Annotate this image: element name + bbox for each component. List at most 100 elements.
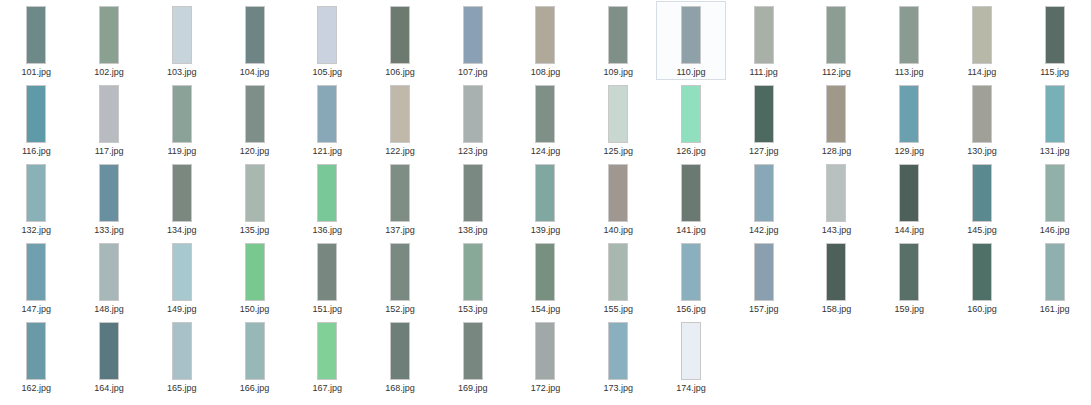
file-item[interactable]: 134.jpg bbox=[146, 159, 217, 238]
file-item[interactable]: 123.jpg bbox=[437, 80, 508, 159]
file-name: 107.jpg bbox=[458, 67, 488, 78]
file-item[interactable]: 140.jpg bbox=[583, 159, 654, 238]
file-item[interactable]: 174.jpg bbox=[656, 317, 727, 396]
file-name: 130.jpg bbox=[967, 146, 997, 157]
image-thumbnail bbox=[463, 6, 483, 64]
file-item[interactable]: 146.jpg bbox=[1019, 159, 1090, 238]
file-item[interactable]: 115.jpg bbox=[1019, 1, 1090, 80]
file-item[interactable]: 116.jpg bbox=[1, 80, 72, 159]
file-item[interactable]: 151.jpg bbox=[292, 238, 363, 317]
file-item[interactable]: 119.jpg bbox=[146, 80, 217, 159]
file-item[interactable]: 167.jpg bbox=[292, 317, 363, 396]
file-item[interactable]: 138.jpg bbox=[437, 159, 508, 238]
file-item[interactable]: 156.jpg bbox=[656, 238, 727, 317]
file-item[interactable]: 153.jpg bbox=[437, 238, 508, 317]
file-name: 123.jpg bbox=[458, 146, 488, 157]
file-item[interactable]: 135.jpg bbox=[219, 159, 290, 238]
image-thumbnail bbox=[317, 243, 337, 301]
file-item[interactable]: 120.jpg bbox=[219, 80, 290, 159]
file-item[interactable]: 148.jpg bbox=[74, 238, 145, 317]
file-item[interactable]: 133.jpg bbox=[74, 159, 145, 238]
file-name: 167.jpg bbox=[313, 383, 343, 394]
file-item[interactable]: 117.jpg bbox=[74, 80, 145, 159]
file-item[interactable]: 166.jpg bbox=[219, 317, 290, 396]
file-item[interactable]: 159.jpg bbox=[874, 238, 945, 317]
file-item[interactable]: 165.jpg bbox=[146, 317, 217, 396]
file-item[interactable]: 125.jpg bbox=[583, 80, 654, 159]
file-item[interactable]: 152.jpg bbox=[365, 238, 436, 317]
file-item[interactable]: 137.jpg bbox=[365, 159, 436, 238]
file-item[interactable]: 106.jpg bbox=[365, 1, 436, 80]
file-item[interactable]: 168.jpg bbox=[365, 317, 436, 396]
file-item[interactable]: 145.jpg bbox=[947, 159, 1018, 238]
file-name: 147.jpg bbox=[22, 304, 52, 315]
file-name: 113.jpg bbox=[895, 67, 924, 78]
file-name: 152.jpg bbox=[385, 304, 415, 315]
file-item[interactable]: 105.jpg bbox=[292, 1, 363, 80]
file-item[interactable]: 111.jpg bbox=[728, 1, 799, 80]
file-name: 129.jpg bbox=[894, 146, 924, 157]
image-thumbnail bbox=[99, 164, 119, 222]
image-thumbnail bbox=[972, 6, 992, 64]
file-name: 126.jpg bbox=[676, 146, 706, 157]
file-item[interactable]: 107.jpg bbox=[437, 1, 508, 80]
file-item[interactable]: 149.jpg bbox=[146, 238, 217, 317]
file-item[interactable]: 112.jpg bbox=[801, 1, 872, 80]
file-item[interactable]: 108.jpg bbox=[510, 1, 581, 80]
file-item[interactable]: 131.jpg bbox=[1019, 80, 1090, 159]
file-item[interactable]: 141.jpg bbox=[656, 159, 727, 238]
image-thumbnail bbox=[1045, 243, 1065, 301]
file-item[interactable]: 121.jpg bbox=[292, 80, 363, 159]
file-item[interactable]: 122.jpg bbox=[365, 80, 436, 159]
file-item[interactable]: 103.jpg bbox=[146, 1, 217, 80]
file-item[interactable]: 130.jpg bbox=[947, 80, 1018, 159]
file-name: 122.jpg bbox=[385, 146, 415, 157]
file-name: 162.jpg bbox=[22, 383, 52, 394]
image-thumbnail bbox=[608, 322, 628, 380]
image-thumbnail bbox=[535, 322, 555, 380]
image-thumbnail bbox=[681, 164, 701, 222]
file-item[interactable]: 169.jpg bbox=[437, 317, 508, 396]
file-name: 172.jpg bbox=[531, 383, 561, 394]
file-item[interactable]: 162.jpg bbox=[1, 317, 72, 396]
file-item[interactable]: 144.jpg bbox=[874, 159, 945, 238]
file-item[interactable]: 127.jpg bbox=[728, 80, 799, 159]
file-item[interactable]: 136.jpg bbox=[292, 159, 363, 238]
file-name: 133.jpg bbox=[94, 225, 124, 236]
file-item[interactable]: 142.jpg bbox=[728, 159, 799, 238]
file-item[interactable]: 139.jpg bbox=[510, 159, 581, 238]
file-item[interactable]: 154.jpg bbox=[510, 238, 581, 317]
file-name: 157.jpg bbox=[749, 304, 779, 315]
file-item[interactable]: 110.jpg bbox=[656, 1, 727, 80]
file-item[interactable]: 157.jpg bbox=[728, 238, 799, 317]
file-item[interactable]: 172.jpg bbox=[510, 317, 581, 396]
file-name: 159.jpg bbox=[894, 304, 924, 315]
file-item[interactable]: 173.jpg bbox=[583, 317, 654, 396]
file-item[interactable]: 102.jpg bbox=[74, 1, 145, 80]
file-name: 145.jpg bbox=[967, 225, 997, 236]
file-item[interactable]: 114.jpg bbox=[947, 1, 1018, 80]
image-thumbnail bbox=[1045, 85, 1065, 143]
file-item[interactable]: 104.jpg bbox=[219, 1, 290, 80]
file-item[interactable]: 160.jpg bbox=[947, 238, 1018, 317]
file-item[interactable]: 147.jpg bbox=[1, 238, 72, 317]
file-item[interactable]: 164.jpg bbox=[74, 317, 145, 396]
file-item[interactable]: 109.jpg bbox=[583, 1, 654, 80]
file-item[interactable]: 129.jpg bbox=[874, 80, 945, 159]
file-item[interactable]: 124.jpg bbox=[510, 80, 581, 159]
file-name: 149.jpg bbox=[167, 304, 197, 315]
thumbnail-grid: 101.jpg102.jpg103.jpg104.jpg105.jpg106.j… bbox=[0, 0, 1091, 396]
file-item[interactable]: 132.jpg bbox=[1, 159, 72, 238]
file-item[interactable]: 143.jpg bbox=[801, 159, 872, 238]
file-item[interactable]: 161.jpg bbox=[1019, 238, 1090, 317]
file-item[interactable]: 128.jpg bbox=[801, 80, 872, 159]
image-thumbnail bbox=[826, 6, 846, 64]
file-item[interactable]: 126.jpg bbox=[656, 80, 727, 159]
file-name: 132.jpg bbox=[22, 225, 52, 236]
file-name: 164.jpg bbox=[94, 383, 124, 394]
file-item[interactable]: 155.jpg bbox=[583, 238, 654, 317]
file-item[interactable]: 158.jpg bbox=[801, 238, 872, 317]
file-item[interactable]: 113.jpg bbox=[874, 1, 945, 80]
file-item[interactable]: 150.jpg bbox=[219, 238, 290, 317]
file-item[interactable]: 101.jpg bbox=[1, 1, 72, 80]
